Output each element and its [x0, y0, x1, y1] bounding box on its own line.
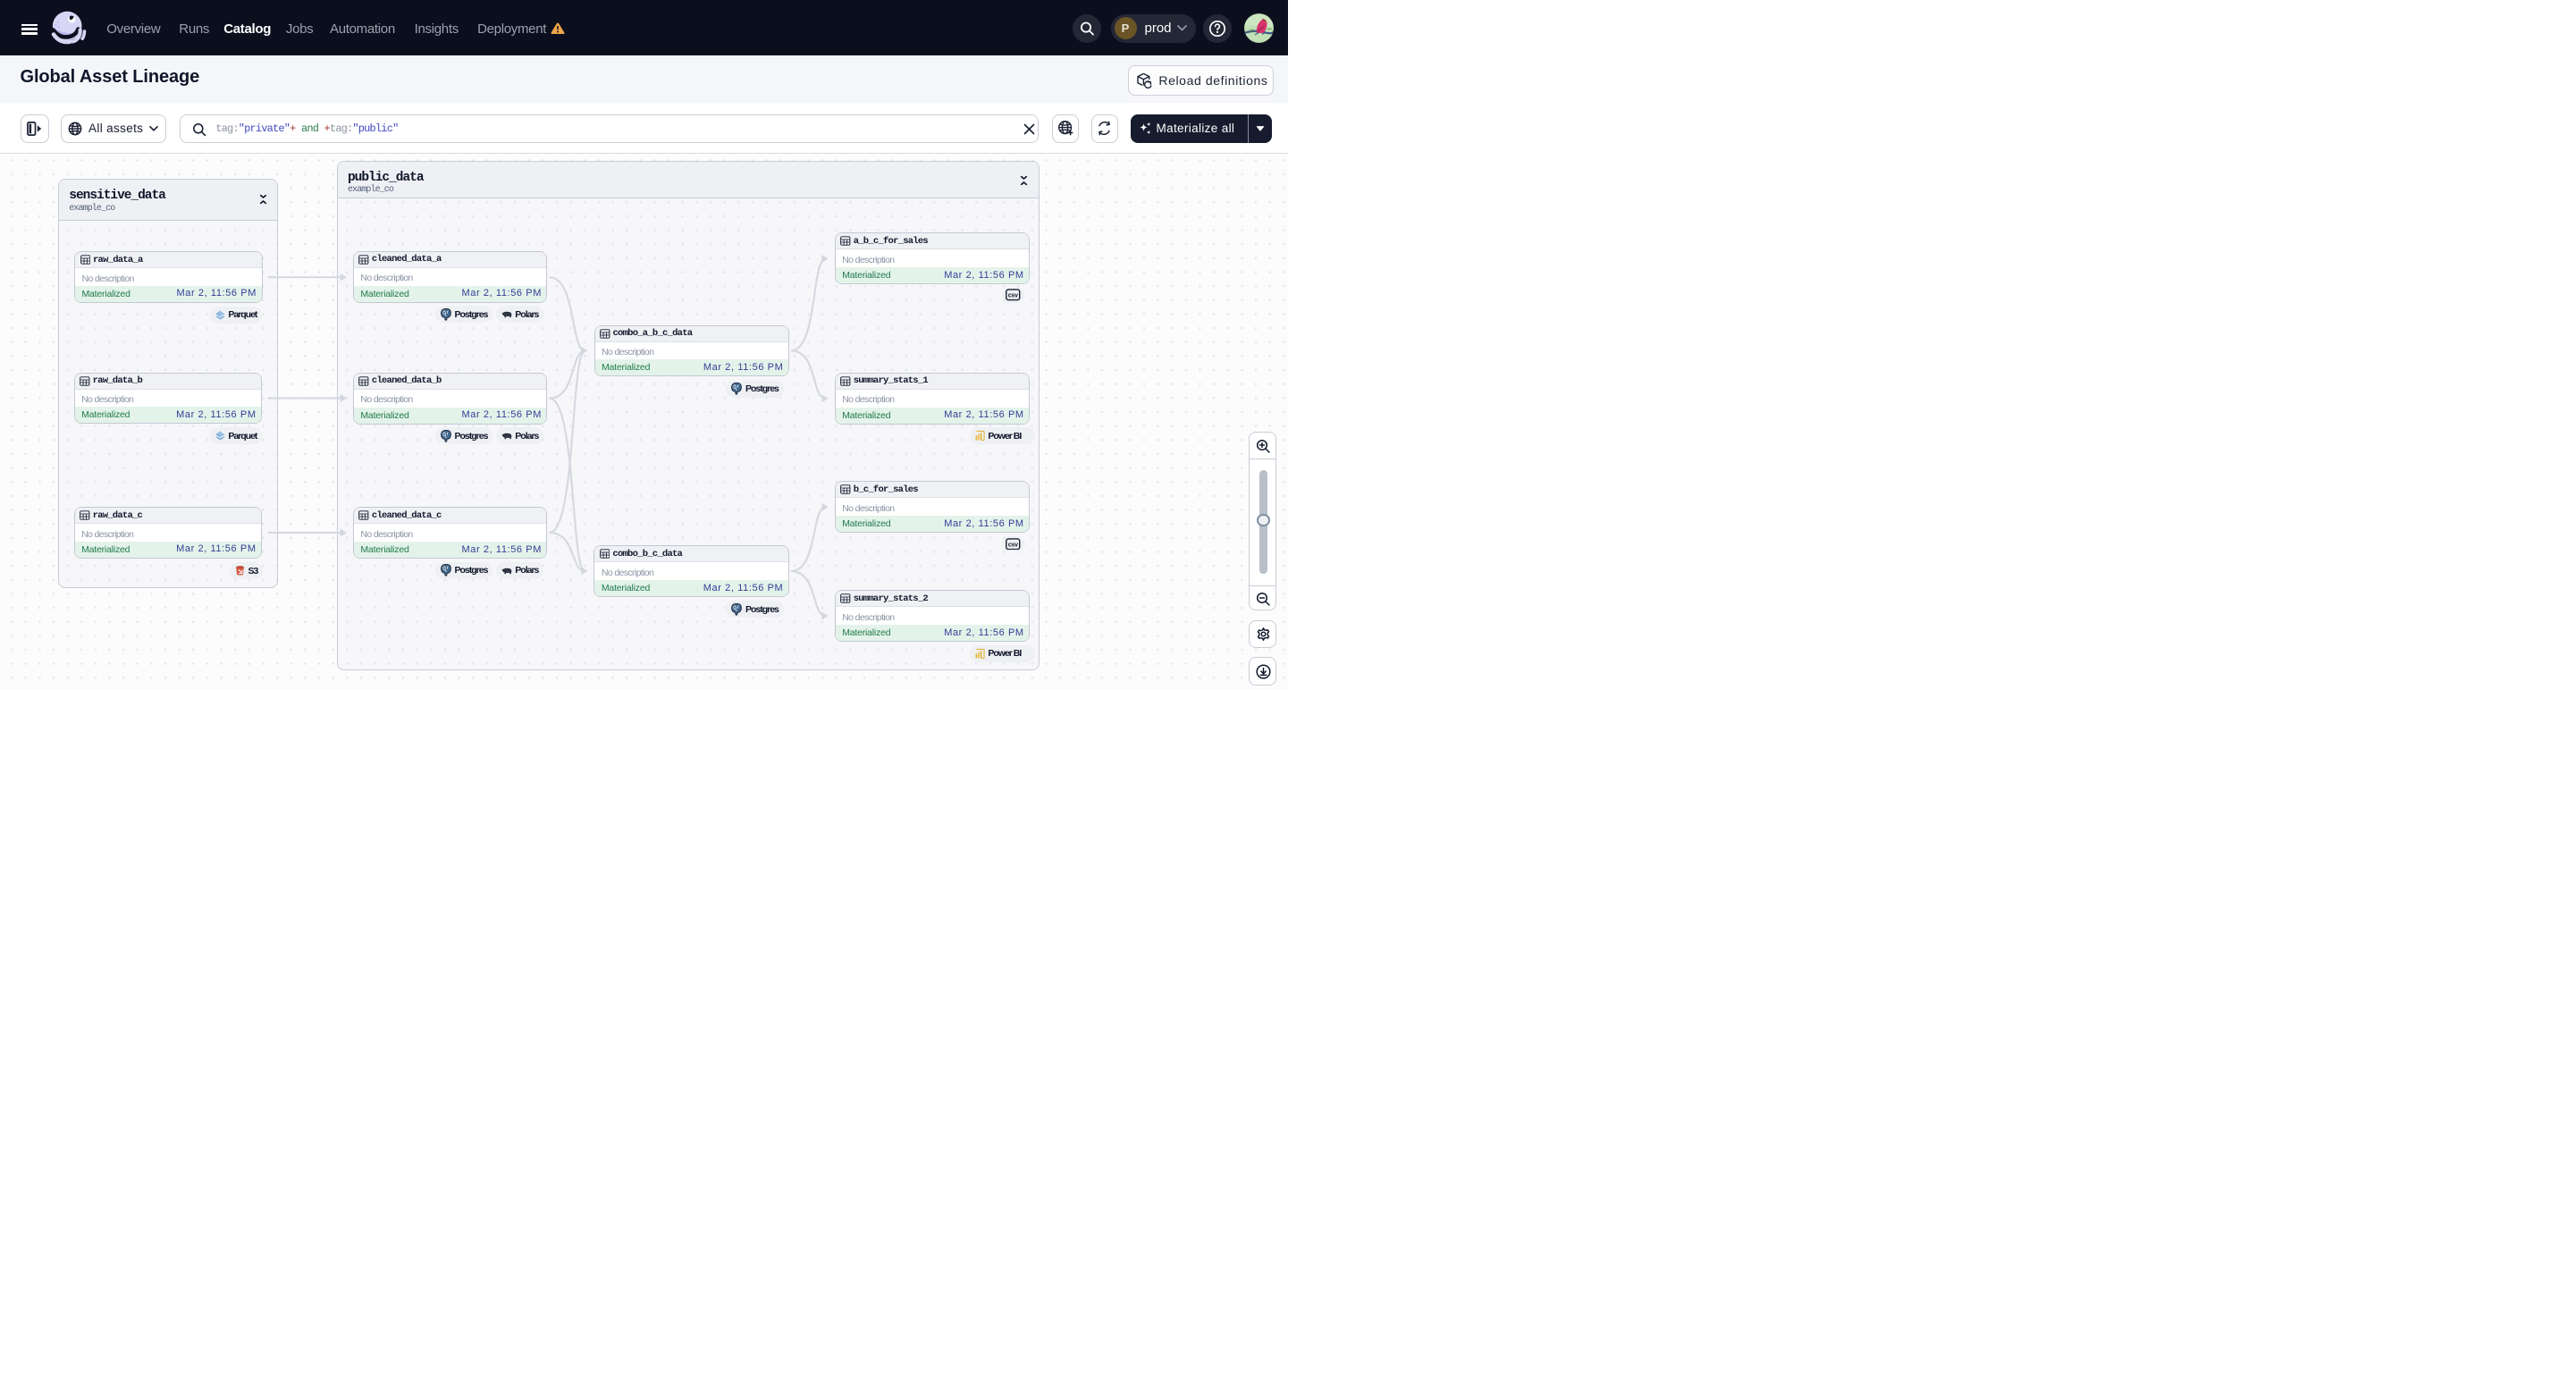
svg-text:csv: csv	[1008, 291, 1018, 299]
svg-text:csv: csv	[1008, 540, 1018, 548]
